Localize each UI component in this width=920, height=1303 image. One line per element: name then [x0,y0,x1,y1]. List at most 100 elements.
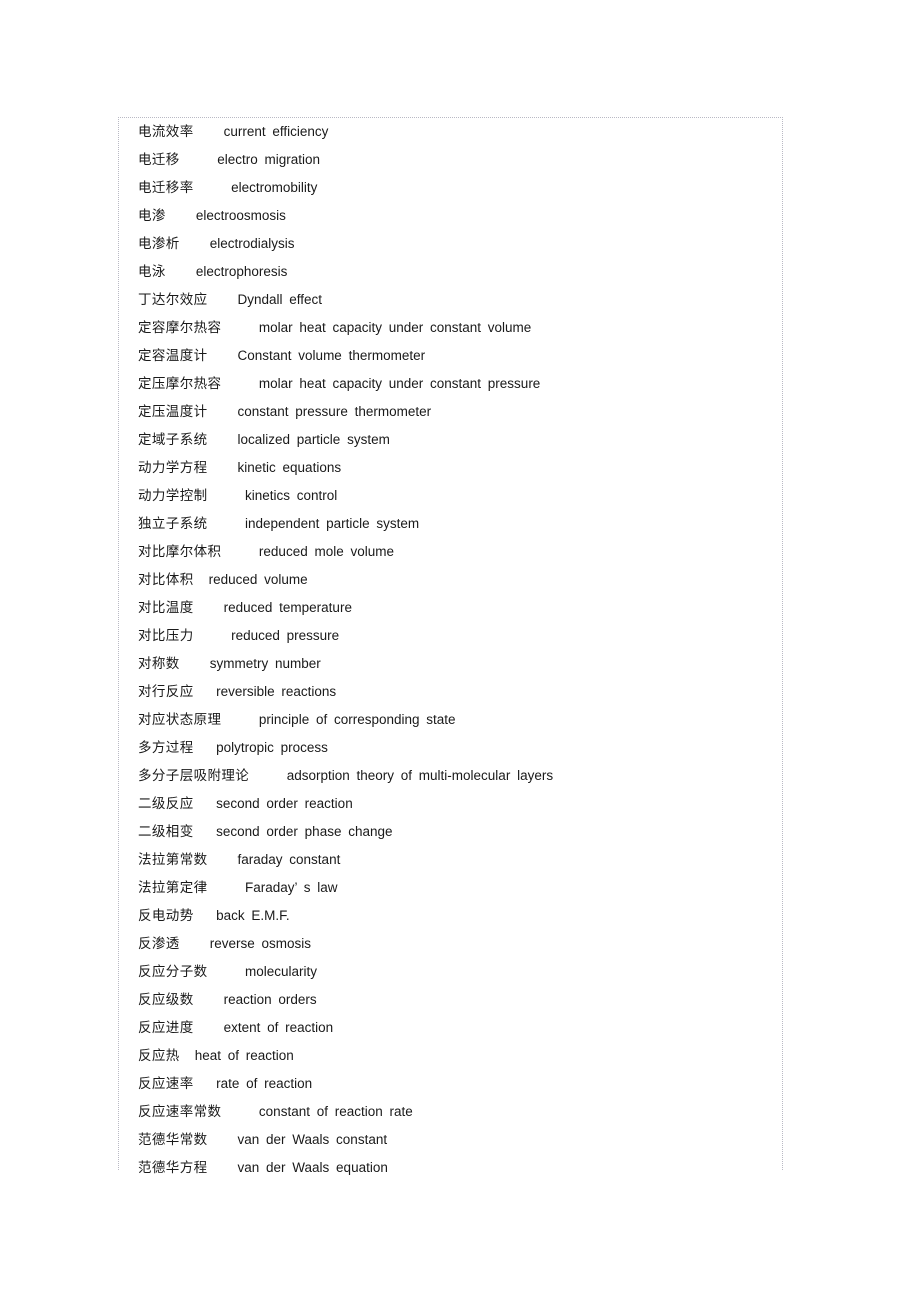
glossary-tab-gap [194,818,217,846]
glossary-entry: 法拉第定律 Faraday’ s law [138,874,778,902]
glossary-tab-gap [194,902,217,930]
glossary-tab-gap [208,510,246,538]
glossary-tab-gap [208,426,238,454]
glossary-entry: 电流效率 current efficiency [138,118,778,146]
glossary-entry: 对应状态原理 principle of corresponding state [138,706,778,734]
glossary-tab-gap [194,174,232,202]
glossary-term-chinese: 电迁移率 [138,180,194,196]
glossary-tab-gap [194,678,217,706]
glossary-term-chinese: 反电动势 [138,908,194,924]
glossary-term-chinese: 对行反应 [138,684,194,700]
glossary-definition-english: adsorption theory of multi-molecular lay… [286,768,554,783]
glossary-tab-gap [221,314,259,342]
glossary-entry: 二级反应 second order reaction [138,790,778,818]
glossary-entry: 反应进度 extent of reaction [138,1014,778,1042]
glossary-entry: 范德华方程 van der Waals equation [138,1154,778,1182]
glossary-tab-gap [221,706,259,734]
glossary-term-chinese: 对比摩尔体积 [138,544,222,560]
glossary-term-chinese: 对应状态原理 [138,712,222,728]
glossary-entry: 动力学方程 kinetic equations [138,454,778,482]
glossary-term-chinese: 电渗析 [138,236,180,252]
glossary-entry: 丁达尔效应 Dyndall effect [138,286,778,314]
glossary-tab-gap [208,1154,238,1182]
glossary-term-chinese: 丁达尔效应 [138,292,208,308]
glossary-definition-english: faraday constant [237,852,341,867]
glossary-tab-gap [208,1126,238,1154]
glossary-definition-english: Dyndall effect [237,292,323,307]
glossary-entry: 反渗透 reverse osmosis [138,930,778,958]
glossary-definition-english: electrophoresis [195,264,288,279]
glossary-tab-gap [194,1014,224,1042]
glossary-entry: 电迁移率 electromobility [138,174,778,202]
glossary-definition-english: Faraday’ s law [245,880,338,895]
glossary-definition-english: electromobility [231,180,318,195]
glossary-term-chinese: 定容摩尔热容 [138,320,222,336]
glossary-entry: 反应级数 reaction orders [138,986,778,1014]
glossary-term-chinese: 范德华方程 [138,1160,208,1176]
glossary-definition-english: Constant volume thermometer [237,348,426,363]
glossary-term-chinese: 电流效率 [138,124,194,140]
glossary-tab-gap [249,762,287,790]
glossary-entry: 对比摩尔体积 reduced mole volume [138,538,778,566]
glossary-tab-gap [194,566,209,594]
glossary-entry: 独立子系统 independent particle system [138,510,778,538]
glossary-term-chinese: 电泳 [138,264,166,280]
glossary-entry: 对称数 symmetry number [138,650,778,678]
glossary-tab-gap [180,230,210,258]
glossary-definition-english: current efficiency [223,124,329,139]
glossary-entry: 定压摩尔热容 molar heat capacity under constan… [138,370,778,398]
glossary-definition-english: second order reaction [216,796,353,811]
glossary-entry: 对比温度 reduced temperature [138,594,778,622]
glossary-definition-english: electro migration [217,152,321,167]
glossary-entry: 电渗析 electrodialysis [138,230,778,258]
glossary-entry: 电迁移 electro migration [138,146,778,174]
glossary-entry: 多方过程 polytropic process [138,734,778,762]
glossary-definition-english: independent particle system [245,516,420,531]
glossary-tab-gap [208,482,246,510]
glossary-term-chinese: 对比体积 [138,572,194,588]
glossary-definition-english: reverse osmosis [209,936,311,951]
glossary-tab-gap [180,650,210,678]
glossary-tab-gap [208,874,246,902]
glossary-tab-gap [208,342,238,370]
glossary-tab-gap [180,930,210,958]
glossary-term-chinese: 对称数 [138,656,180,672]
glossary-term-chinese: 反渗透 [138,936,180,952]
glossary-definition-english: molar heat capacity under constant volum… [258,320,532,335]
glossary-tab-gap [194,594,224,622]
glossary-definition-english: symmetry number [209,656,321,671]
glossary-term-chinese: 法拉第定律 [138,880,208,896]
glossary-term-chinese: 反应速率 [138,1076,194,1092]
glossary-definition-english: heat of reaction [194,1048,294,1063]
glossary-tab-gap [194,790,217,818]
glossary-term-chinese: 定容温度计 [138,348,208,364]
glossary-definition-english: kinetic equations [237,460,342,475]
glossary-entry: 反应速率 rate of reaction [138,1070,778,1098]
glossary-definition-english: constant of reaction rate [258,1104,413,1119]
glossary-definition-english: extent of reaction [223,1020,334,1035]
glossary-tab-gap [194,118,224,146]
glossary-term-chinese: 动力学方程 [138,460,208,476]
glossary-tab-gap [221,1098,259,1126]
glossary-definition-english: polytropic process [216,740,328,755]
glossary-term-chinese: 电迁移 [138,152,180,168]
glossary-entry: 反应分子数 molecularity [138,958,778,986]
glossary-term-chinese: 定压温度计 [138,404,208,420]
glossary-entry: 多分子层吸附理论 adsorption theory of multi-mole… [138,762,778,790]
glossary-term-chinese: 反应分子数 [138,964,208,980]
glossary-term-chinese: 范德华常数 [138,1132,208,1148]
glossary-entry: 定压温度计 constant pressure thermometer [138,398,778,426]
glossary-entry: 定容温度计 Constant volume thermometer [138,342,778,370]
glossary-term-chinese: 电渗 [138,208,166,224]
glossary-definition-english: rate of reaction [216,1076,313,1091]
glossary-entry: 二级相变 second order phase change [138,818,778,846]
glossary-entry: 对比体积 reduced volume [138,566,778,594]
glossary-definition-english: reduced pressure [231,628,340,643]
glossary-tab-gap [180,1042,195,1070]
glossary-tab-gap [166,202,196,230]
glossary-definition-english: second order phase change [216,824,393,839]
glossary-definition-english: kinetics control [245,488,338,503]
glossary-tab-gap [208,846,238,874]
glossary-tab-gap [208,454,238,482]
document-page: 电流效率 current efficiency 电迁移 electro migra… [0,0,920,1303]
